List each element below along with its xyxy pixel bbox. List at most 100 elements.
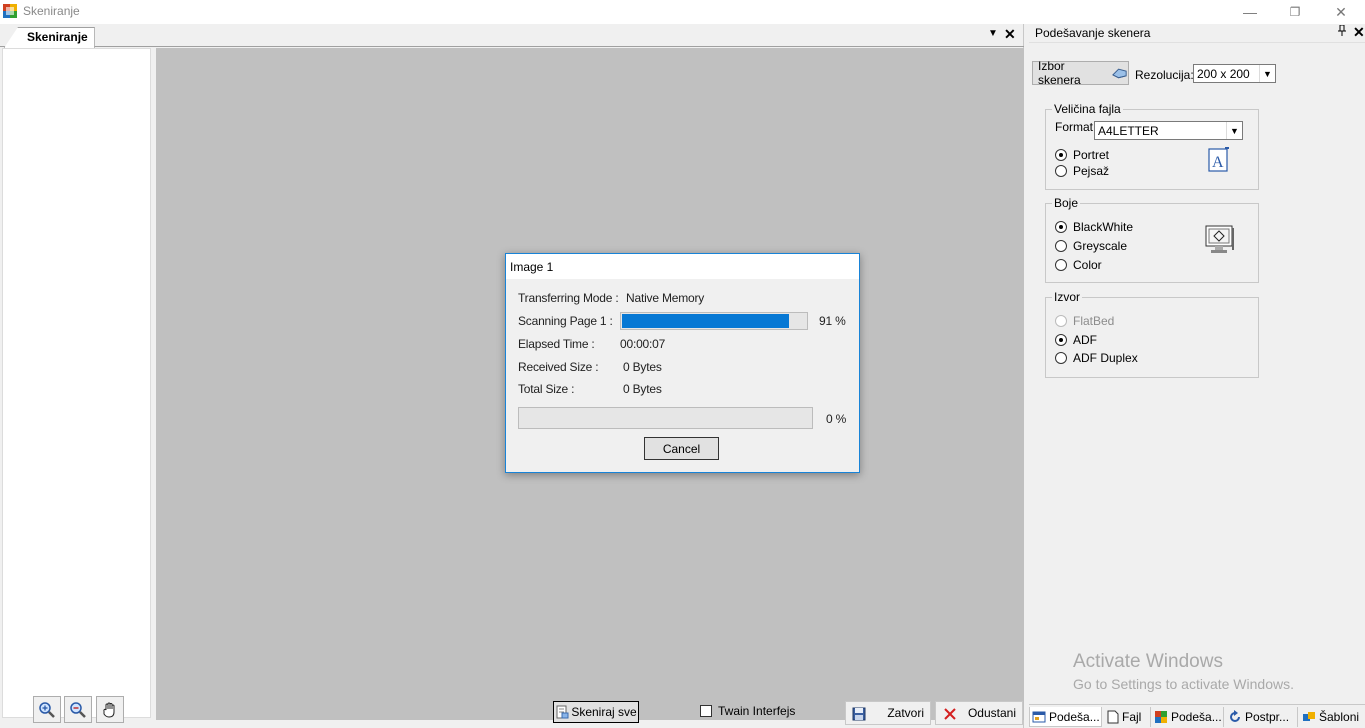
scanning-page-label: Scanning Page 1 : [518,314,613,328]
source-group: Izvor FlatBed ADF ADF Duplex [1045,290,1259,378]
scanning-percent: 91 % [819,314,846,328]
transfer-mode-value: Native Memory [626,291,705,305]
zoom-out-icon [70,701,86,718]
select-scanner-button[interactable]: Izbor skenera [1032,59,1129,87]
dialog-cancel-button[interactable]: Cancel [644,437,719,460]
panel-title: Podešavanje skenera [1035,26,1151,40]
scan-all-label: Skeniraj sve [571,705,637,719]
close-window-button[interactable]: ✕ [1318,0,1364,24]
tab-label: Fajl [1122,710,1142,724]
templates-icon [1303,712,1315,721]
radio-portret[interactable]: Portret [1055,148,1109,162]
file-icon [1107,710,1119,724]
tab-podesavanje[interactable]: Podeša... [1152,707,1224,727]
thumbnail-panel[interactable] [2,48,151,718]
dialog-title: Image 1 [506,254,859,279]
radio-blackwhite-label: BlackWhite [1073,220,1134,234]
radio-circle [1055,221,1067,233]
activation-watermark-title: Activate Windows [1073,651,1223,672]
radio-circle [1055,165,1067,177]
overall-percent: 0 % [826,412,847,426]
chevron-down-icon: ▼ [1226,122,1242,139]
tab-label: Šabloni [1319,710,1360,724]
zoom-in-button[interactable] [33,696,61,723]
total-size-value: 0 Bytes [623,382,662,396]
elapsed-time-label: Elapsed Time : [518,337,595,351]
source-group-title: Izvor [1052,290,1083,304]
radio-flatbed[interactable]: FlatBed [1055,314,1114,328]
tab-podesavanje-skenera[interactable]: Podeša... [1029,707,1102,727]
total-size-label: Total Size : [518,382,575,396]
tab-label: Postpr... [1245,710,1290,724]
radio-circle [1055,149,1067,161]
format-label: Format [1055,120,1094,134]
resolution-select[interactable]: 200 x 200 ▼ [1193,64,1276,83]
radio-adf-label: ADF [1073,333,1097,347]
radio-portret-label: Portret [1073,148,1110,162]
tab-sabloni[interactable]: Šabloni [1300,707,1365,727]
pan-button[interactable] [96,696,124,723]
chevron-down-icon: ▼ [1259,65,1275,82]
tab-label: Podeša... [1171,710,1222,724]
tab-postprocesiranje[interactable]: Postpr... [1226,707,1298,727]
portrait-page-icon: A [1208,147,1229,172]
scanner-settings-panel: Podešavanje skenera ✕ Izbor skenera Rezo… [1025,24,1365,728]
format-value: A4LETTER [1098,124,1159,138]
settings-window-icon [1032,711,1046,722]
received-size-value: 0 Bytes [623,360,662,374]
resolution-value: 200 x 200 [1197,67,1250,81]
monitor-color-icon [1205,225,1234,253]
radio-blackwhite[interactable]: BlackWhite [1055,220,1133,234]
app-icon [3,4,17,18]
panel-bottom-tabs: Podeša... Fajl Podeša... Postpr... Šablo… [1029,704,1365,728]
radio-circle [1055,315,1067,327]
scanning-progress-fill [621,313,791,329]
restore-button[interactable]: ❐ [1272,0,1318,24]
scan-progress-dialog: Image 1 Transferring Mode : Native Memor… [505,253,860,473]
minimize-button[interactable]: — [1227,0,1273,24]
radio-pejsaz-label: Pejsaž [1073,164,1110,178]
cancel-button[interactable]: Odustani [935,701,1023,725]
scan-all-button[interactable]: Skeniraj sve [553,701,639,723]
radio-color[interactable]: Color [1055,258,1102,272]
tab-close-icon[interactable]: ✕ [1004,26,1016,43]
radio-greyscale[interactable]: Greyscale [1055,239,1127,253]
palette-icon [1155,711,1167,723]
tab-list-dropdown-icon[interactable]: ▼ [988,28,998,39]
tab-fajl[interactable]: Fajl [1105,707,1151,727]
scanning-progress-bar [620,312,808,330]
file-size-group-title: Veličina fajla [1052,102,1123,116]
format-select[interactable]: A4LETTER ▼ [1094,121,1243,140]
close-button-label: Zatvori [887,706,924,720]
red-x-icon [944,708,956,720]
refresh-icon [1230,710,1240,722]
tab-skeniranje[interactable]: Skeniranje [4,27,95,48]
hand-icon [103,702,115,718]
received-size-label: Received Size : [518,360,599,374]
tab-label: Podeša... [1049,709,1100,724]
close-button[interactable]: Zatvori [845,701,931,725]
twain-interface-label: Twain Interfejs [718,704,796,718]
radio-adf[interactable]: ADF [1055,333,1097,347]
file-size-group: Veličina fajla Format A4LETTER ▼ Portret… [1045,102,1259,190]
radio-adf-duplex-label: ADF Duplex [1073,351,1138,365]
window-title: Skeniranje [23,4,80,18]
panel-close-icon[interactable]: ✕ [1353,24,1365,41]
zoom-in-icon [39,701,55,718]
radio-greyscale-label: Greyscale [1073,239,1128,253]
transfer-mode-label: Transferring Mode : [518,291,619,305]
radio-circle [1055,352,1067,364]
document-tabstrip: Skeniranje ▼ ✕ [0,24,1024,48]
pin-icon[interactable] [1337,24,1347,40]
save-disk-icon [852,707,866,721]
colors-group: Boje BlackWhite Greyscale Color [1045,196,1259,283]
activation-watermark-text: Go to Settings to activate Windows. [1073,676,1294,692]
elapsed-time-value: 00:00:07 [620,337,666,351]
colors-group-title: Boje [1052,196,1081,210]
scan-document-icon [556,705,569,719]
twain-interface-checkbox[interactable] [700,705,712,717]
zoom-out-button[interactable] [64,696,92,723]
radio-circle [1055,240,1067,252]
radio-pejsaz[interactable]: Pejsaž [1055,164,1109,178]
radio-adf-duplex[interactable]: ADF Duplex [1055,351,1138,365]
